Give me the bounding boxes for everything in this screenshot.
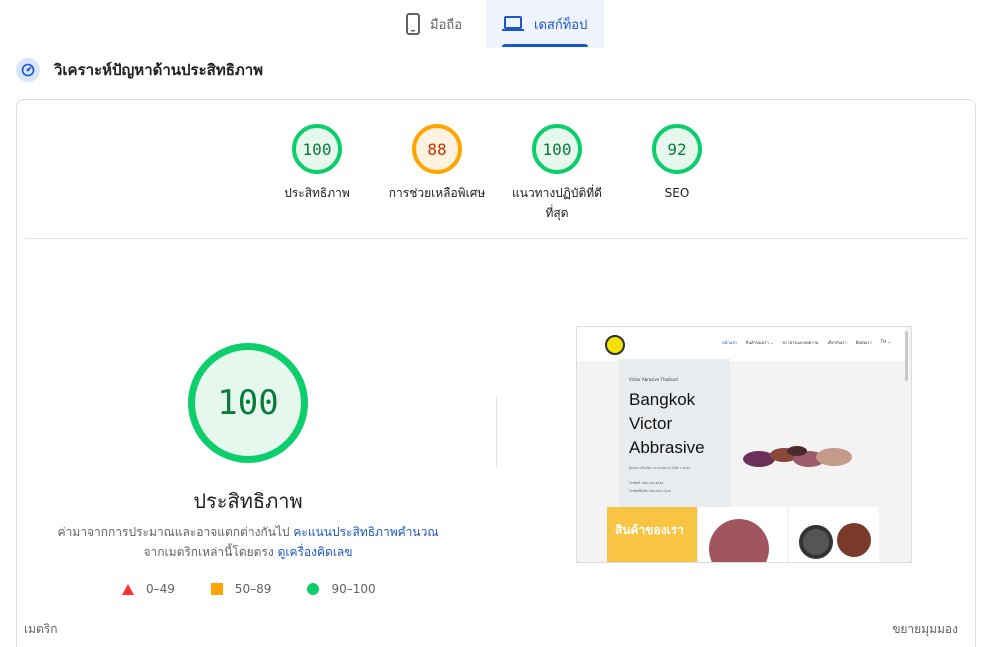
thumb-products-label: สินค้าของเรา [615, 523, 684, 537]
legend-good: 90–100 [307, 582, 376, 596]
wire-brush-image [799, 525, 833, 559]
gauge-performance-label: ประสิทธิภาพ [284, 186, 350, 200]
thumb-product-disc-1 [699, 507, 787, 562]
thumb-body-text: ผู้จำหน่ายหินเจียร กระดาษทราย ใบตัด ราคา… [629, 466, 690, 470]
gauge-seo-label: SEO [664, 186, 690, 200]
thumbnail-hero: Victor Abrasive Thailand Bangkok Victor … [619, 359, 730, 507]
thumb-contact-phone: โทรศัพท์: 084-167-8299 [629, 481, 664, 485]
tab-selected-indicator [502, 44, 588, 47]
metrics-heading: เมตริก [24, 622, 58, 636]
thumb-nav-item: ข่าวสารและบทความ [782, 340, 819, 345]
desc-text-2: จากเมตริกเหล่านี้โดยตรง [143, 545, 278, 559]
thumbnail-scrollbar [905, 331, 908, 381]
calculator-link[interactable]: ดูเครื่องคิดเลข [278, 545, 353, 559]
gauge-performance[interactable]: 100 ประสิทธิภาพ [262, 124, 372, 203]
tab-desktop-label: เดสก์ท็อป [534, 17, 588, 33]
square-icon [210, 583, 223, 595]
thumb-subtitle: Victor Abrasive Thailand [629, 377, 678, 382]
gauge-accessibility[interactable]: 88 การช่วยเหลือพิเศษ [382, 124, 492, 203]
thumb-nav-item: ติดต่อเรา [855, 340, 872, 345]
gauge-performance-score: 100 [292, 124, 342, 174]
gauge-accessibility-label: การช่วยเหลือพิเศษ [388, 186, 486, 200]
thumb-nav-item: หน้าแรก [722, 340, 737, 345]
thumb-products-banner: สินค้าของเรา [607, 507, 697, 562]
circle-icon [307, 583, 320, 595]
divider [25, 238, 967, 239]
report-card: 100 ประสิทธิภาพ 88 การช่วยเหลือพิเศษ 100… [16, 99, 976, 647]
thumb-headline: Bangkok Victor Abbrasive [629, 390, 705, 457]
gauge-best-practices-label: แนวทางปฏิบัติที่ดีที่สุด [512, 186, 602, 220]
site-logo [605, 335, 625, 355]
desc-text-1: ค่ามาจากการประมาณและอาจแตกต่างกันไป [57, 525, 294, 539]
tab-mobile[interactable]: มือถือ [390, 0, 478, 48]
score-calculation-link[interactable]: คะแนนประสิทธิภาพคำนวณ [293, 525, 438, 539]
score-gauges: 100 ประสิทธิภาพ 88 การช่วยเหลือพิเศษ 100… [17, 124, 977, 224]
gauge-best-practices[interactable]: 100 แนวทางปฏิบัติที่ดีที่สุด [502, 124, 612, 223]
gauge-accessibility-score: 88 [412, 124, 462, 174]
device-tabs: มือถือ เดสก์ท็อป [0, 0, 986, 48]
section-title: วิเคราะห์ปัญหาด้านประสิทธิภาพ [54, 61, 264, 79]
legend-average: 50–89 [210, 582, 272, 596]
thumb-nav-item: TH ⌄ [880, 339, 891, 344]
legend-good-range: 90–100 [331, 582, 376, 596]
flap-wheel-image [837, 523, 871, 557]
score-legend: 0–49 50–89 90–100 [122, 582, 376, 596]
tab-desktop[interactable]: เดสก์ท็อป [486, 0, 604, 48]
thumbnail-navbar: หน้าแรก สินค้าของเรา ⌄ ข่าวสารและบทความ … [577, 327, 905, 361]
legend-average-range: 50–89 [234, 582, 272, 596]
thumbnail-nav-items: หน้าแรก สินค้าของเรา ⌄ ข่าวสารและบทความ … [722, 339, 891, 346]
smartphone-icon [406, 13, 420, 35]
performance-title: ประสิทธิภาพ [193, 489, 303, 513]
thumb-product-disc-2 [789, 507, 879, 562]
gauge-seo-score: 92 [652, 124, 702, 174]
triangle-icon [122, 583, 134, 595]
vertical-divider [496, 397, 497, 467]
diagnostic-gauge-icon [16, 58, 40, 82]
thumb-nav-item: เกี่ยวกับเรา [827, 340, 847, 345]
flap-disc-image [709, 519, 769, 562]
legend-poor-range: 0–49 [146, 582, 175, 596]
expand-view-button[interactable]: ขยายมุมมอง [892, 620, 958, 639]
page-screenshot-thumbnail: หน้าแรก สินค้าของเรา ⌄ ข่าวสารและบทความ … [576, 326, 912, 563]
laptop-icon [502, 16, 524, 32]
performance-big-gauge: 100 [188, 343, 308, 463]
gauge-best-practices-score: 100 [532, 124, 582, 174]
legend-poor: 0–49 [122, 582, 175, 596]
thumb-contact-mobile: โทรศัพท์มือถือ: 082-403-7118 [629, 489, 671, 493]
tab-mobile-label: มือถือ [430, 17, 463, 33]
section-header: วิเคราะห์ปัญหาด้านประสิทธิภาพ [16, 58, 263, 82]
abrasive-products-image [739, 437, 859, 477]
thumb-nav-item: สินค้าของเรา ⌄ [745, 340, 774, 345]
performance-description: ค่ามาจากการประมาณและอาจแตกต่างกันไป คะแน… [53, 522, 443, 562]
gauge-seo[interactable]: 92 SEO [622, 124, 732, 203]
